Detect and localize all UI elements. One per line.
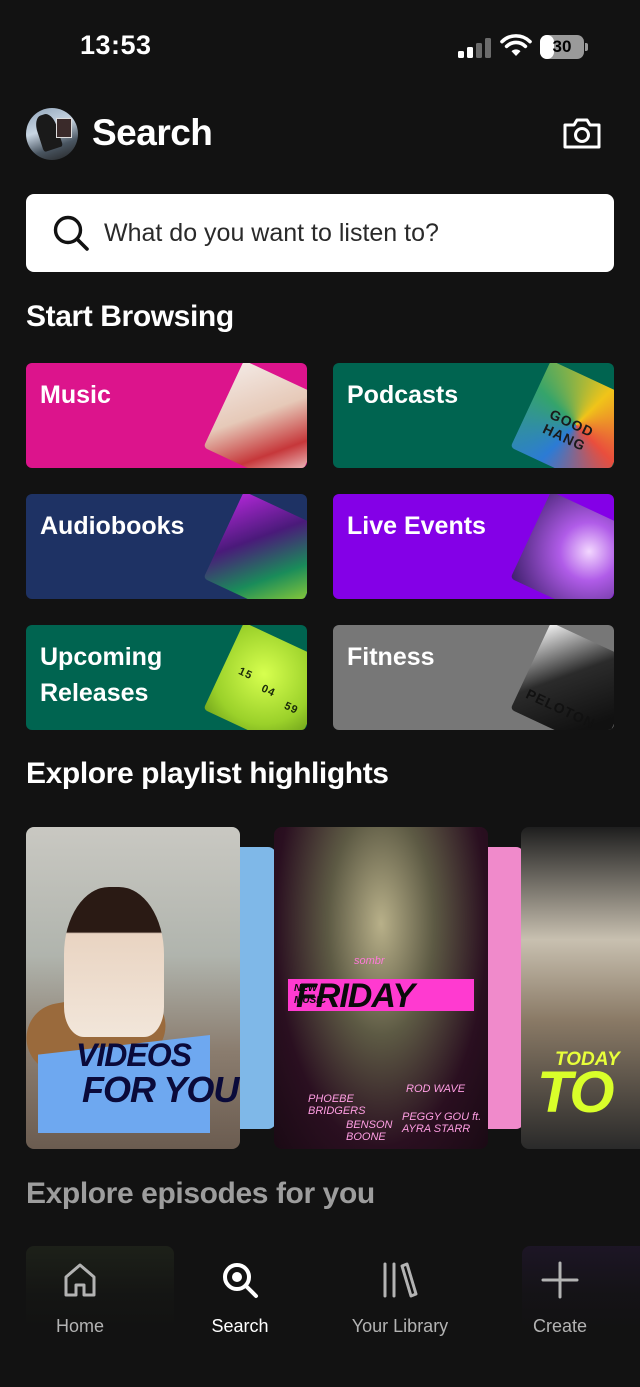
category-label: Live Events — [347, 512, 486, 540]
playlist-cover: sombr FRIDAY NEW MUSIC PHOEBE BRIDGERS R… — [274, 827, 488, 1149]
nav-label: Home — [55, 1316, 104, 1336]
plus-icon — [541, 1261, 579, 1299]
category-card-fitness[interactable]: Fitness PELOTON — [333, 625, 614, 730]
battery-percent: 30 — [552, 37, 572, 56]
category-art-upcoming-releases: 15 04 59 — [203, 625, 307, 730]
playlist-subtitle: NEW MUSIC — [294, 983, 327, 1006]
status-bar: 13:53 30 — [0, 0, 640, 90]
playlist-title-line2: TO — [537, 1060, 614, 1125]
cellular-signal-icon — [458, 38, 491, 58]
nav-your-library[interactable]: Your Library — [320, 1260, 480, 1370]
category-label: Upcoming Releases — [40, 643, 163, 707]
playlist-title-line2: FOR YOU — [82, 1069, 239, 1110]
playlist-artist-name: PEGGY GOU ft. AYRA STARR — [402, 1111, 482, 1135]
search-bar[interactable] — [26, 194, 614, 272]
category-label: Music — [40, 381, 111, 409]
nav-label: Create — [532, 1316, 588, 1336]
playlist-artist-small: sombr — [354, 955, 385, 967]
playlist-artist-name: PHOEBE BRIDGERS — [308, 1093, 366, 1117]
wifi-icon — [500, 34, 532, 56]
section-title-episodes: Explore episodes for you — [26, 1177, 375, 1210]
category-art-music — [203, 363, 307, 468]
category-label: Podcasts — [347, 381, 459, 409]
playlist-card-videos-for-you[interactable]: VIDEOS FOR YOU — [26, 827, 276, 1149]
bottom-nav: Home Search Your Library Create — [0, 1244, 640, 1387]
card-stack-back — [484, 847, 524, 1129]
category-card-music[interactable]: Music — [26, 363, 307, 468]
category-card-podcasts[interactable]: Podcasts GOOD HANG — [333, 363, 614, 468]
countdown-digit: 04 — [259, 682, 278, 700]
category-card-live-events[interactable]: Live Events — [333, 494, 614, 599]
nav-create[interactable]: Create — [480, 1260, 640, 1370]
playlist-card-new-music-friday[interactable]: sombr FRIDAY NEW MUSIC PHOEBE BRIDGERS R… — [274, 827, 524, 1149]
category-art-fitness: PELOTON — [510, 625, 614, 730]
profile-avatar[interactable] — [26, 108, 78, 160]
section-title-start-browsing: Start Browsing — [26, 300, 234, 333]
nav-home[interactable]: Home — [0, 1260, 160, 1370]
category-art-podcasts: GOOD HANG — [510, 363, 614, 468]
category-label: Fitness — [347, 643, 435, 671]
battery-icon: 30 — [540, 35, 588, 59]
section-title-playlist-highlights: Explore playlist highlights — [26, 757, 389, 790]
page-header: Search — [26, 104, 614, 166]
countdown-digit: 59 — [282, 699, 301, 717]
nav-label: Search — [211, 1316, 269, 1336]
category-label: Audiobooks — [40, 512, 185, 540]
page-title: Search — [92, 112, 213, 153]
playlist-card-today-top[interactable]: TODAY TO — [521, 827, 640, 1149]
category-art-text: PELOTON — [523, 685, 598, 730]
home-icon — [64, 1263, 96, 1297]
category-art-audiobooks — [203, 494, 307, 599]
search-icon — [53, 215, 89, 251]
playlist-artist-name: BENSON BOONE — [346, 1119, 393, 1143]
category-art-live-events — [510, 494, 614, 599]
playlist-cover: TODAY TO — [521, 827, 640, 1149]
nav-search[interactable]: Search — [160, 1260, 320, 1370]
camera-icon[interactable] — [562, 116, 602, 150]
category-art-text: GOOD HANG — [540, 405, 597, 455]
category-card-upcoming-releases[interactable]: Upcoming Releases 15 04 59 — [26, 625, 307, 730]
status-time: 13:53 — [80, 30, 152, 60]
playlist-artist-name: ROD WAVE — [406, 1083, 466, 1095]
countdown-digit: 15 — [236, 665, 255, 683]
category-card-audiobooks[interactable]: Audiobooks — [26, 494, 307, 599]
card-stack-back — [236, 847, 276, 1129]
library-icon — [383, 1262, 418, 1298]
search-icon — [223, 1263, 258, 1298]
search-input[interactable] — [104, 208, 594, 258]
nav-label: Your Library — [351, 1316, 449, 1336]
playlist-cover: VIDEOS FOR YOU — [26, 827, 240, 1149]
